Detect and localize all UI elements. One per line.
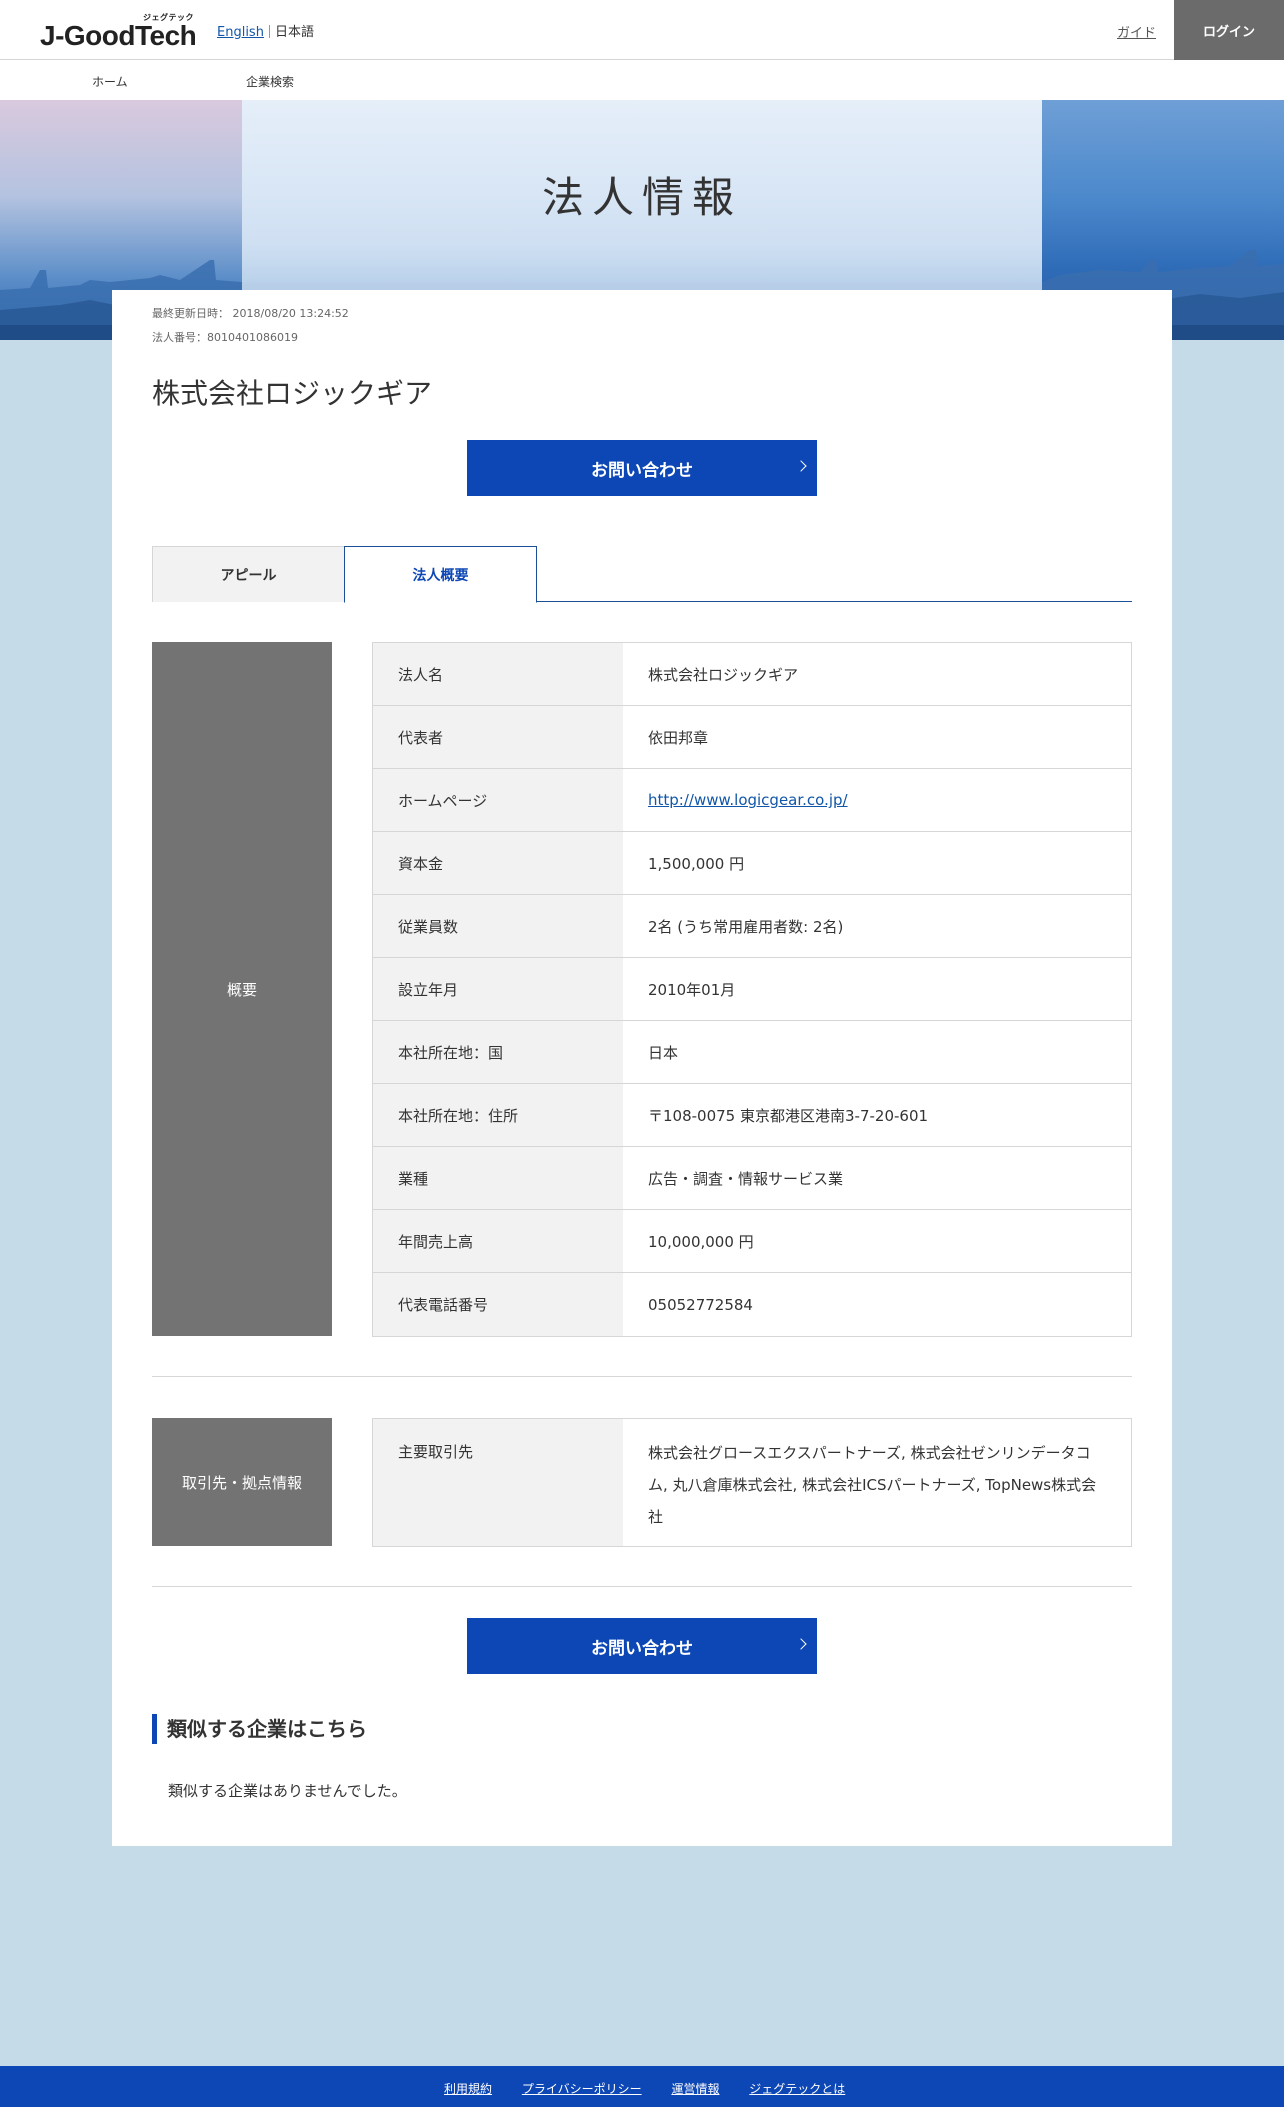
- row-value: 10,000,000 円: [648, 1232, 754, 1251]
- company-name: 株式会社ロジックギア: [152, 377, 433, 410]
- row-key: 年間売上高: [373, 1210, 623, 1272]
- contact-button-bottom[interactable]: お問い合わせ: [467, 1618, 817, 1674]
- contact-button-label: お問い合わせ: [591, 1638, 693, 1659]
- overview-section-label: 概要: [152, 642, 332, 1336]
- last-updated: 最終更新日時： 2018/08/20 13:24:52: [152, 307, 349, 320]
- footer-link-about[interactable]: ジェグテックとは: [749, 2082, 845, 2096]
- site-footer: 利用規約 プライバシーポリシー 運営情報 ジェグテックとは: [0, 2066, 1284, 2107]
- similar-companies-empty: 類似する企業はありませんでした。: [168, 1782, 407, 1800]
- table-row: 年間売上高 10,000,000 円: [373, 1210, 1131, 1273]
- footer-link-privacy[interactable]: プライバシーポリシー: [522, 2082, 642, 2096]
- row-value: 2名 (うち常用雇用者数: 2名): [648, 917, 844, 936]
- contact-button[interactable]: お問い合わせ: [467, 440, 817, 496]
- row-value: 依田邦章: [648, 728, 709, 747]
- section-divider: [152, 1376, 1132, 1377]
- row-key: 設立年月: [373, 958, 623, 1020]
- logo-text: J-GoodTech: [40, 20, 197, 51]
- row-value: 05052772584: [648, 1295, 753, 1314]
- guide-link[interactable]: ガイド: [1117, 22, 1156, 41]
- row-value: 1,500,000 円: [648, 854, 745, 873]
- row-key: ホームページ: [373, 769, 623, 831]
- table-row: 設立年月 2010年01月: [373, 958, 1131, 1021]
- chevron-right-icon: [795, 460, 807, 472]
- row-key: 本社所在地：住所: [373, 1084, 623, 1146]
- partners-table: 主要取引先 株式会社グロースエクスパートナーズ, 株式会社ゼンリンデータコム, …: [372, 1418, 1132, 1547]
- section-divider: [152, 1586, 1132, 1587]
- language-switcher: English 日本語: [217, 21, 314, 40]
- table-row: 代表電話番号 05052772584: [373, 1273, 1131, 1337]
- global-nav: ホーム 企業検索: [0, 60, 1284, 100]
- lang-japanese-current: 日本語: [274, 25, 314, 40]
- row-key: 資本金: [373, 832, 623, 894]
- row-value: 〒108-0075 東京都港区港南3-7-20-601: [648, 1106, 929, 1125]
- footer-links: 利用規約 プライバシーポリシー 運営情報 ジェグテックとは: [444, 2080, 871, 2097]
- table-row: 法人名 株式会社ロジックギア: [373, 643, 1131, 706]
- nav-home[interactable]: ホーム: [92, 73, 128, 90]
- tab-appeal[interactable]: アピール: [152, 546, 345, 602]
- company-detail-card: 最終更新日時： 2018/08/20 13:24:52 法人番号：8010401…: [112, 290, 1172, 1846]
- row-key: 業種: [373, 1147, 623, 1209]
- row-key: 主要取引先: [373, 1419, 623, 1546]
- footer-link-operation[interactable]: 運営情報: [671, 2082, 719, 2096]
- detail-tabs: アピール 法人概要: [152, 546, 1132, 603]
- table-row: 本社所在地：国 日本: [373, 1021, 1131, 1084]
- row-key: 本社所在地：国: [373, 1021, 623, 1083]
- nav-company-search[interactable]: 企業検索: [246, 73, 294, 90]
- table-row: 主要取引先 株式会社グロースエクスパートナーズ, 株式会社ゼンリンデータコム, …: [373, 1419, 1131, 1547]
- overview-table: 法人名 株式会社ロジックギア 代表者 依田邦章 ホームページ http://ww…: [372, 642, 1132, 1337]
- login-button[interactable]: ログイン: [1174, 0, 1284, 60]
- lang-separator: [268, 25, 270, 38]
- site-header: J-GoodTech ジェグテック English 日本語 ガイド ログイン: [0, 0, 1284, 60]
- footer-link-terms[interactable]: 利用規約: [444, 2082, 492, 2096]
- partners-section-label: 取引先・拠点情報: [152, 1418, 332, 1546]
- table-row: 代表者 依田邦章: [373, 706, 1131, 769]
- row-value: 株式会社グロースエクスパートナーズ, 株式会社ゼンリンデータコム, 丸八倉庫株式…: [648, 1444, 1097, 1526]
- page-title: 法人情報: [541, 172, 742, 222]
- row-key: 従業員数: [373, 895, 623, 957]
- table-row: 業種 広告・調査・情報サービス業: [373, 1147, 1131, 1210]
- table-row: 従業員数 2名 (うち常用雇用者数: 2名): [373, 895, 1131, 958]
- row-value: 日本: [648, 1043, 679, 1062]
- row-key: 代表者: [373, 706, 623, 768]
- row-value: 2010年01月: [648, 980, 736, 999]
- table-row: 本社所在地：住所 〒108-0075 東京都港区港南3-7-20-601: [373, 1084, 1131, 1147]
- row-value: 広告・調査・情報サービス業: [648, 1169, 844, 1188]
- logo-subtext: ジェグテック: [143, 13, 194, 22]
- table-row: ホームページ http://www.logicgear.co.jp/: [373, 769, 1131, 832]
- row-key: 法人名: [373, 643, 623, 705]
- lang-english-link[interactable]: English: [217, 25, 264, 40]
- row-value: 株式会社ロジックギア: [648, 665, 799, 684]
- table-row: 資本金 1,500,000 円: [373, 832, 1131, 895]
- row-value-cell: http://www.logicgear.co.jp/: [623, 769, 1131, 831]
- tab-corporate-profile[interactable]: 法人概要: [344, 546, 537, 603]
- contact-button-label: お問い合わせ: [591, 460, 693, 481]
- row-key: 代表電話番号: [373, 1273, 623, 1336]
- homepage-link[interactable]: http://www.logicgear.co.jp/: [648, 791, 848, 809]
- corporate-number: 法人番号：8010401086019: [152, 331, 298, 344]
- chevron-right-icon: [795, 1638, 807, 1650]
- similar-companies-heading: 類似する企業はこちら: [152, 1714, 367, 1744]
